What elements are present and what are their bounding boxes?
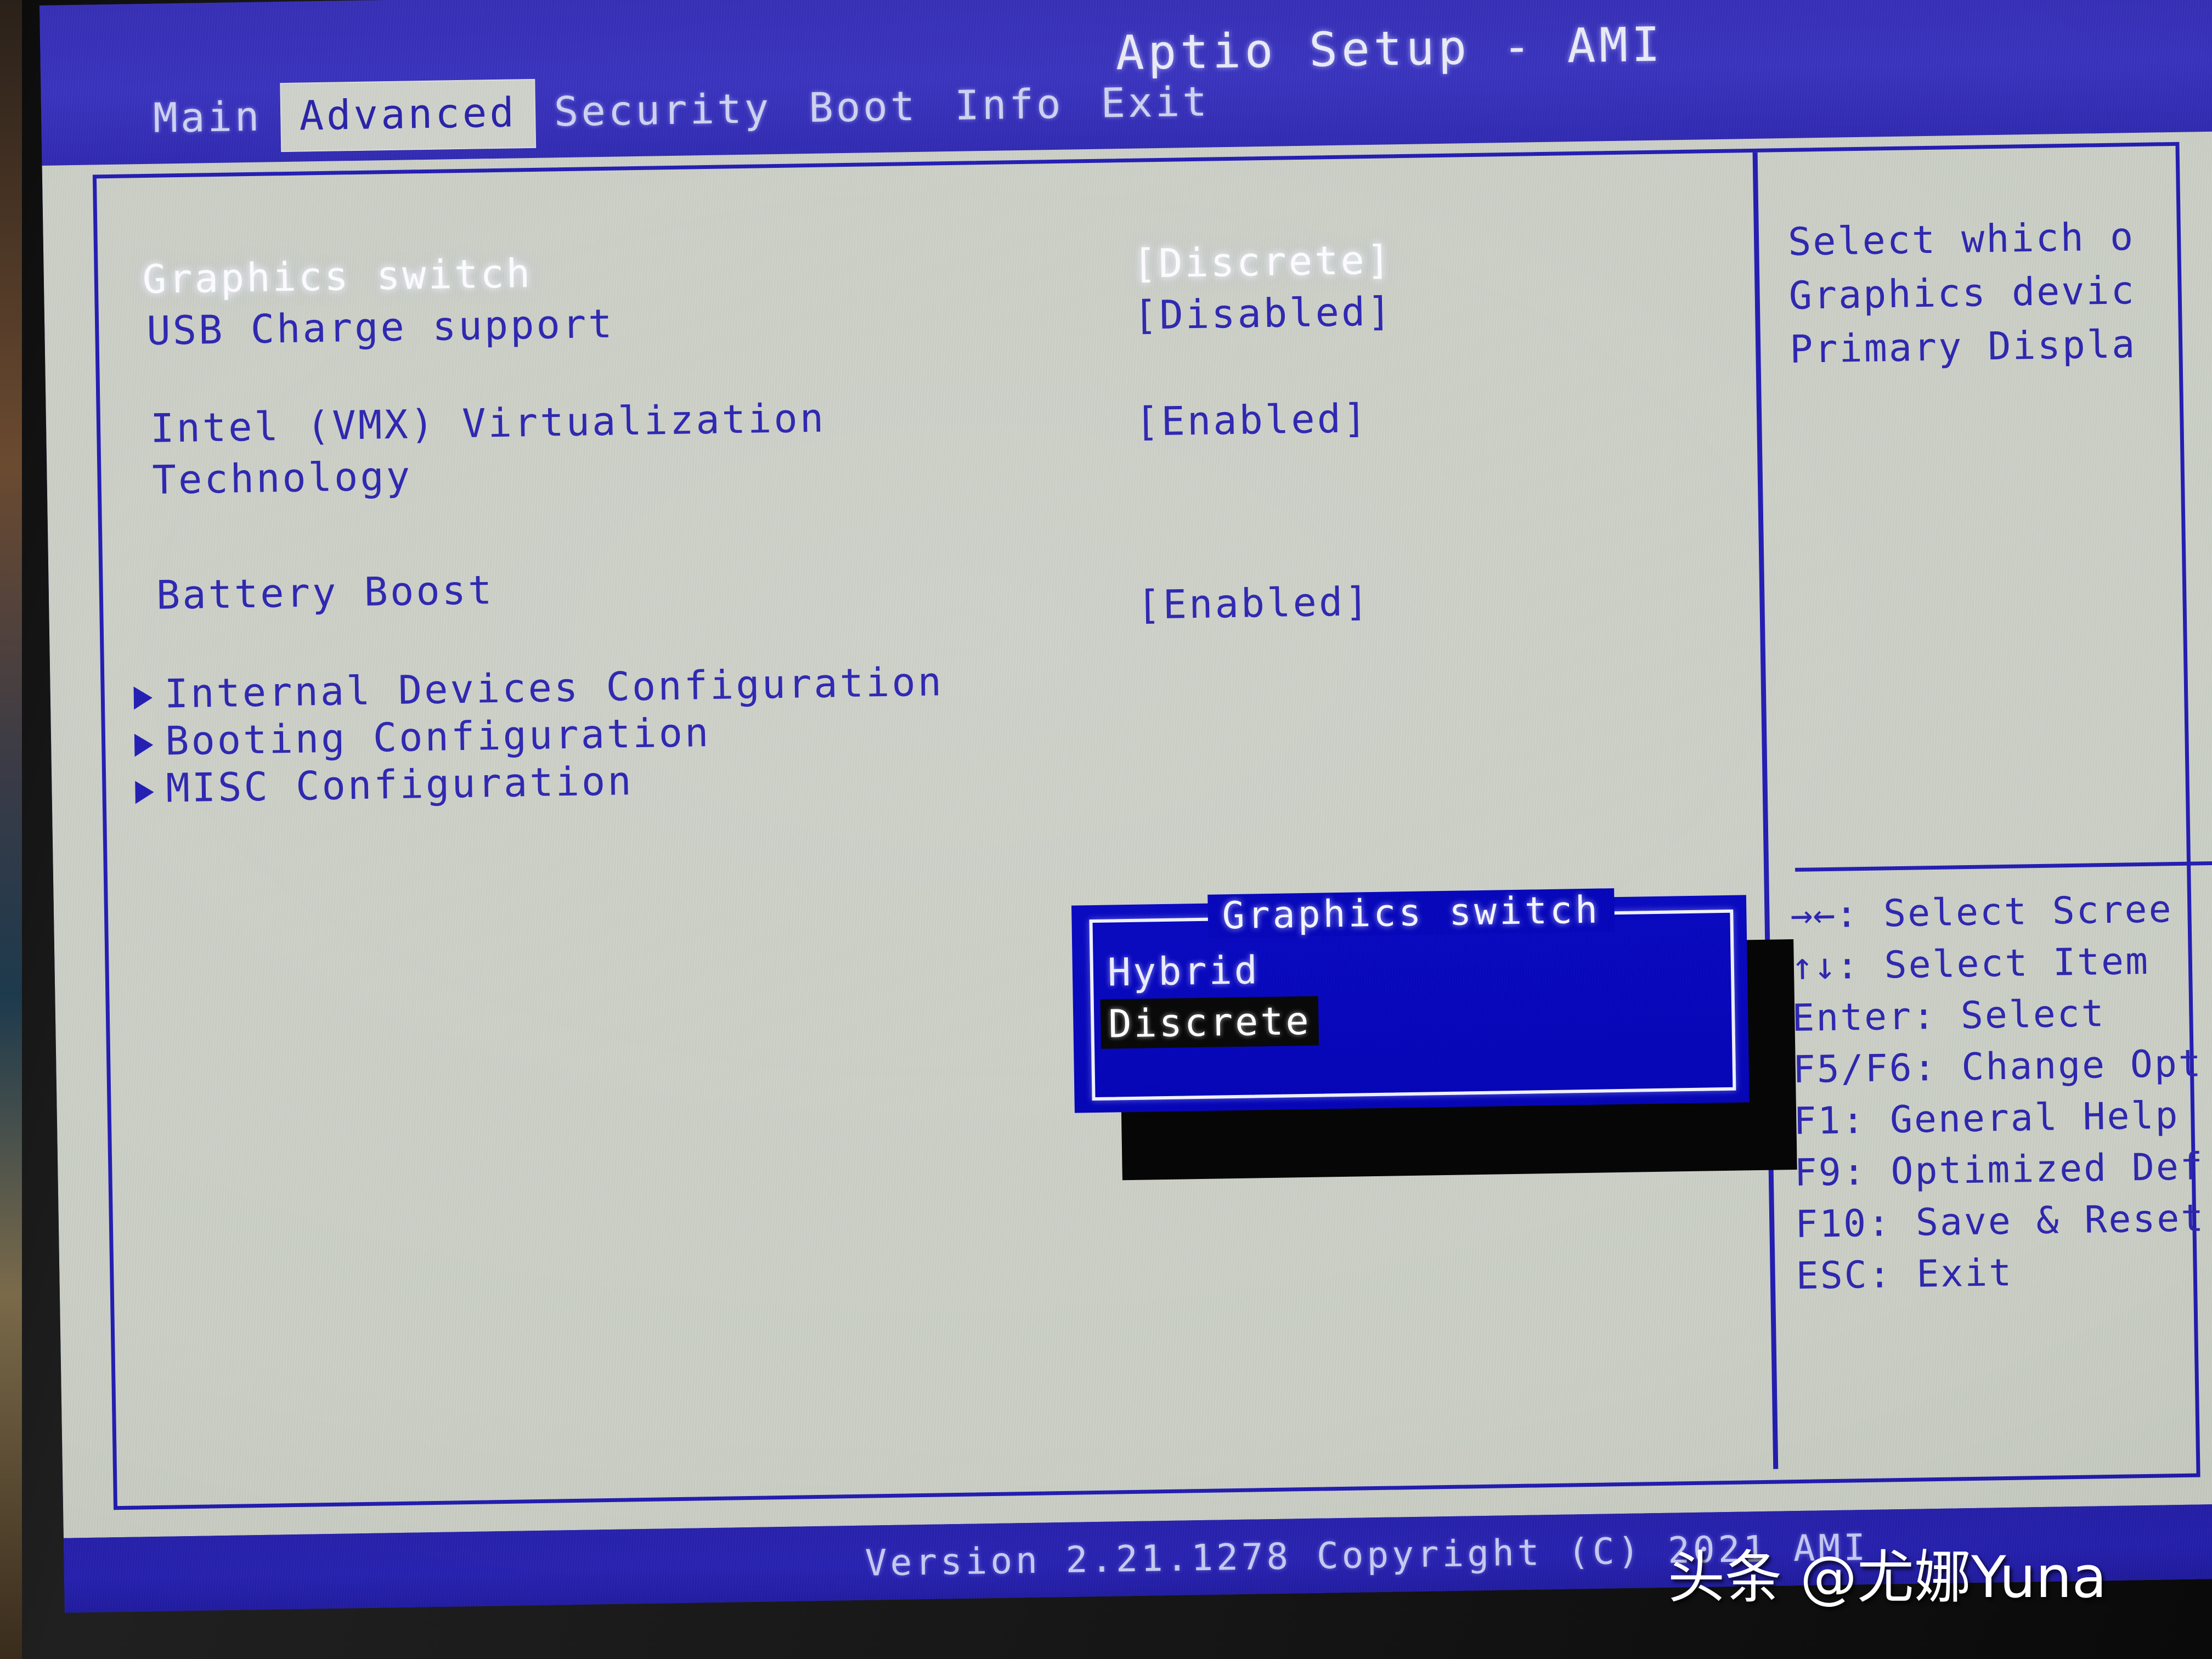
tab-security[interactable]: Security — [535, 75, 791, 148]
setting-value-usb-charge-support[interactable]: [Disabled] — [1133, 288, 1393, 338]
help-line-2: Graphics devic — [1788, 268, 2136, 318]
tab-boot[interactable]: Boot — [789, 72, 936, 144]
help-panel: Select which o Graphics devic Primary Di… — [1787, 207, 2212, 376]
tab-advanced[interactable]: Advanced — [280, 78, 536, 153]
submenu-arrow-icon — [135, 780, 154, 804]
photo-backdrop: Aptio Setup - AMI Main Advanced Security… — [0, 0, 2212, 1659]
watermark: 头条 @尤娜Yuna — [1668, 1544, 2107, 1611]
tab-bar[interactable]: Main Advanced Security Boot Info Exit — [134, 68, 1228, 154]
submenu-arrow-icon — [133, 686, 153, 710]
help-line-1: Select which o — [1787, 214, 2135, 264]
setting-label-usb-charge-support[interactable]: USB Charge support — [146, 301, 614, 354]
setting-label-graphics-switch[interactable]: Graphics switch — [142, 250, 532, 302]
popup-frame: Graphics switch Hybrid Discrete — [1089, 888, 1736, 1101]
graphics-switch-popup[interactable]: Graphics switch Hybrid Discrete — [1071, 888, 1750, 1113]
submenu-arrow-icon — [134, 733, 154, 757]
bios-screen: Aptio Setup - AMI Main Advanced Security… — [40, 0, 2212, 1613]
key-hint-enter-select: Enter: Select — [1791, 992, 2106, 1041]
setting-value-battery-boost[interactable]: [Enabled] — [1137, 578, 1371, 628]
setting-label-battery-boost[interactable]: Battery Boost — [156, 567, 494, 618]
tab-exit[interactable]: Exit — [1082, 68, 1229, 139]
key-hint-text: : Select Item — [1836, 939, 2150, 988]
key-hint-exit: ESC: Exit — [1796, 1251, 2013, 1298]
key-hint-text: : Select Scree — [1835, 888, 2174, 936]
tab-main[interactable]: Main — [134, 83, 281, 154]
key-hint-select-item: ↑↓: Select Item — [1791, 934, 2212, 993]
arrows-vertical-icon: ↑↓ — [1791, 944, 1837, 989]
setting-label-misc-configuration[interactable]: MISC Configuration — [166, 758, 634, 811]
popup-title: Graphics switch — [1207, 888, 1615, 938]
arrows-horizontal-icon: →← — [1790, 893, 1836, 938]
popup-option-discrete[interactable]: Discrete — [1100, 996, 1319, 1049]
popup-option-hybrid[interactable]: Hybrid — [1099, 945, 1267, 997]
setting-value-intel-vmx[interactable]: [Enabled] — [1135, 395, 1369, 445]
tab-info[interactable]: Info — [935, 70, 1082, 142]
key-hint-save-reset: F10: Save & Reset — [1795, 1197, 2205, 1247]
setting-value-graphics-switch[interactable]: [Discrete] — [1132, 236, 1393, 286]
setting-label-intel-vmx-line2[interactable]: Technology — [152, 453, 413, 503]
help-line-3: Primary Displa — [1789, 321, 2137, 372]
key-hint-optimized-def: F9: Optimized Def — [1794, 1145, 2205, 1195]
setup-body: Graphics switch [Discrete] USB Charge su… — [42, 131, 2212, 1538]
setting-label-booting-configuration[interactable]: Booting Configuration — [165, 709, 711, 764]
key-hint-general-help: F1: General Help — [1793, 1093, 2180, 1144]
key-legend: →←: Select Scree ↑↓: Select Item Enter: … — [1790, 882, 2212, 1302]
key-hint-select-screen: →←: Select Scree — [1790, 882, 2212, 941]
key-hint-change-opt: F5/F6: Change Opt — [1792, 1042, 2203, 1092]
